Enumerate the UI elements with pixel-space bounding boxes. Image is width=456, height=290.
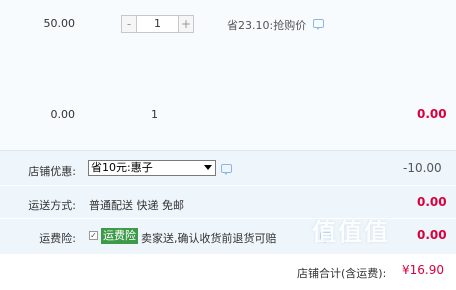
unit-price: 0.00 xyxy=(50,108,76,121)
shop-discount-value: -10.00 xyxy=(403,161,442,175)
unit-price: 50.00 xyxy=(43,17,76,30)
shipping-text: 普通配送 快递 免邮 xyxy=(89,199,184,212)
cart-item-row xyxy=(0,0,456,100)
quantity-value: 1 xyxy=(151,108,158,121)
shop-total-label: 店铺合计(含运费): xyxy=(297,267,387,280)
item-subtotal: 0.00 xyxy=(417,107,447,121)
divider xyxy=(0,185,456,186)
shop-discount-select[interactable]: 省10元:惠子 xyxy=(88,160,216,176)
quantity-input[interactable]: 1 xyxy=(137,15,178,33)
watermark: 值值值 xyxy=(312,218,390,246)
dropdown-arrow-icon xyxy=(204,165,212,170)
insurance-value: 0.00 xyxy=(417,228,447,242)
shop-discount-selected: 省10元:惠子 xyxy=(91,161,153,174)
quantity-stepper[interactable]: - 1 + xyxy=(121,15,194,33)
insurance-checkbox[interactable]: ✓ xyxy=(89,231,98,240)
shipping-label: 运送方式: xyxy=(28,199,76,212)
shop-total-value: ¥16.90 xyxy=(402,263,444,277)
promo-text: 省23.10:抢购价 xyxy=(227,19,307,32)
increase-button[interactable]: + xyxy=(178,15,194,33)
insurance-text: 卖家送,确认收货前退货可赔 xyxy=(141,232,277,245)
decrease-button[interactable]: - xyxy=(121,15,137,33)
insurance-label: 运费险: xyxy=(39,232,76,245)
shipping-value: 0.00 xyxy=(417,195,447,209)
chat-icon[interactable] xyxy=(221,164,232,175)
shop-discount-label: 店铺优惠: xyxy=(28,165,76,178)
insurance-tag: 运费险 xyxy=(101,228,138,244)
chat-icon[interactable] xyxy=(313,19,324,30)
